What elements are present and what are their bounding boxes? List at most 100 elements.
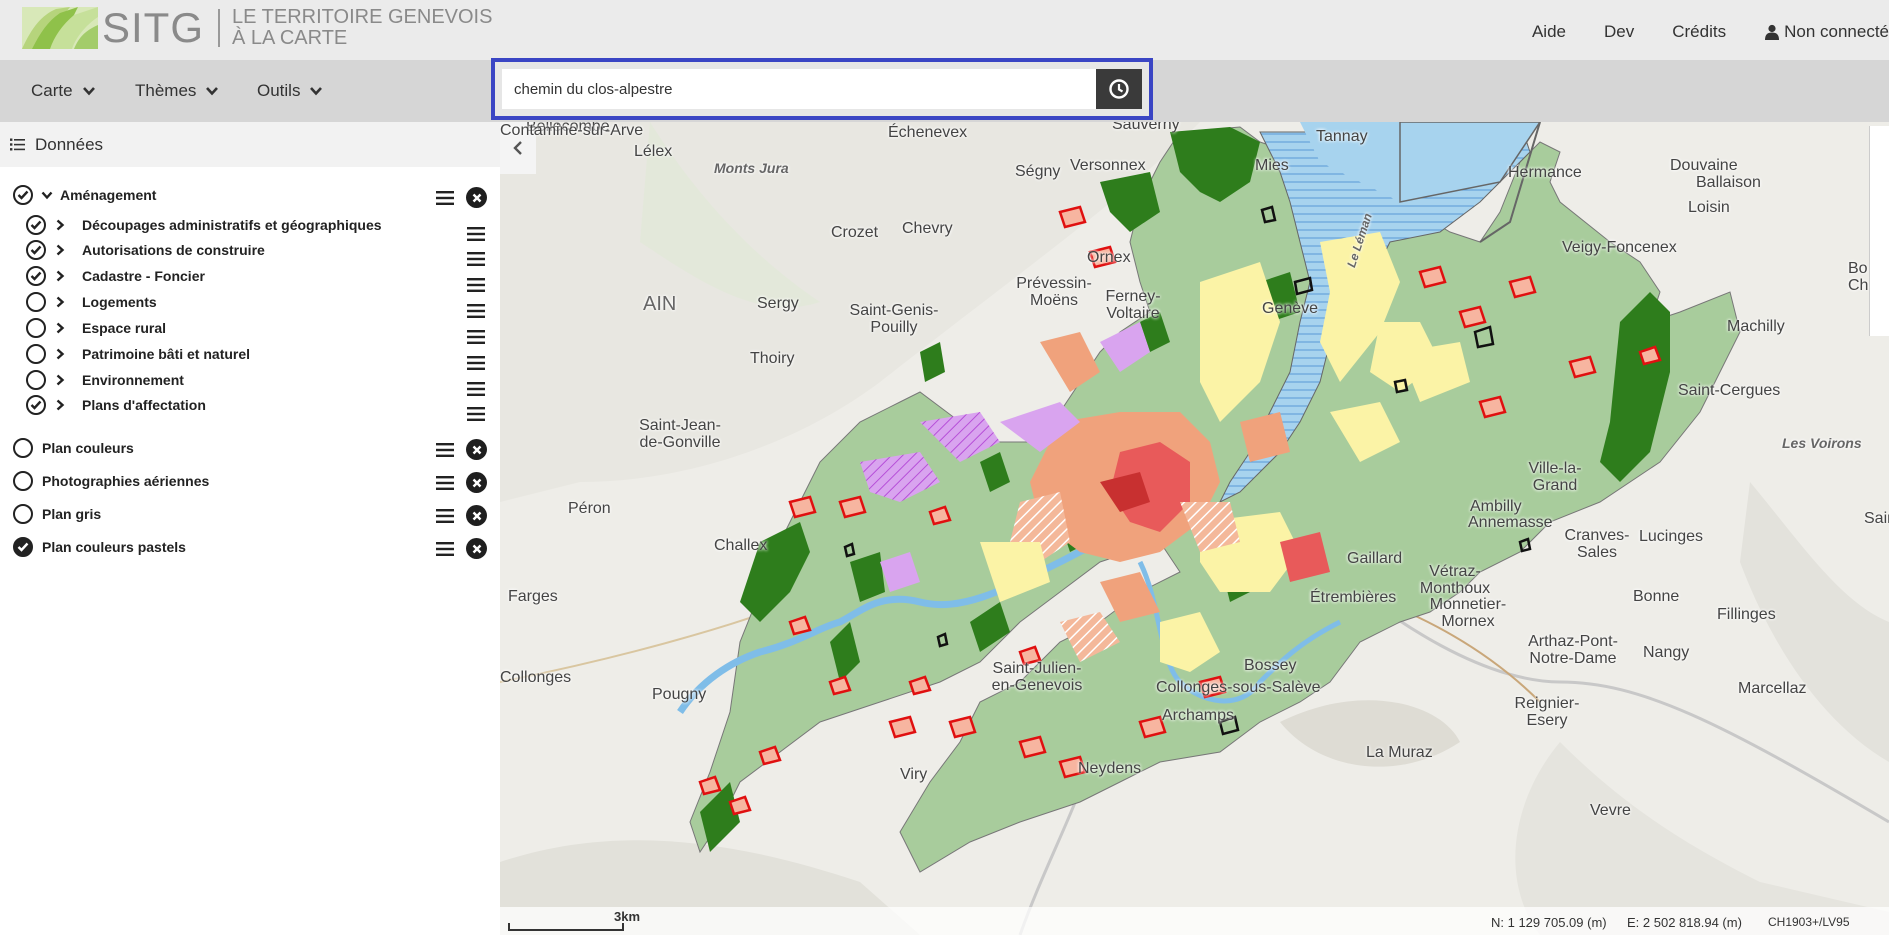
menu-icon[interactable] (467, 407, 485, 421)
place-label: Cranves-Sales (1564, 527, 1630, 561)
menu-icon[interactable] (436, 509, 454, 523)
remove-layer-button[interactable] (466, 505, 487, 526)
menu-icon[interactable] (467, 330, 485, 344)
sublayer-label: Plans d'affectation (82, 397, 206, 413)
menu-themes-label: Thèmes (135, 81, 197, 100)
layer-checkbox[interactable] (26, 292, 46, 312)
place-label: Saint-Genis-Pouilly (849, 302, 939, 336)
place-label: Machilly (1727, 318, 1785, 335)
nav-aide-link[interactable]: Aide (1532, 22, 1566, 42)
chevron-right-icon[interactable] (54, 244, 66, 256)
nav-credits-link[interactable]: Crédits (1672, 22, 1726, 42)
sublayer-row: Cadastre - Foncier (26, 266, 205, 286)
check-icon (17, 542, 29, 552)
layer-checkbox[interactable] (26, 395, 46, 415)
menu-outils-label: Outils (257, 81, 301, 100)
layer-checkbox[interactable] (13, 537, 33, 557)
chevron-right-icon[interactable] (54, 348, 66, 360)
place-label: Sauverny (1112, 122, 1180, 133)
layer-checkbox[interactable] (13, 185, 33, 205)
coord-east: E: 2 502 818.94 (m) (1627, 915, 1742, 930)
user-icon (1765, 24, 1780, 40)
top-nav: Aide Dev Crédits Non connecté (1494, 22, 1889, 42)
chevron-right-icon[interactable] (54, 322, 66, 334)
place-label: Saint-Jean-de-Gonville (639, 417, 721, 451)
place-label: Versonnex (1070, 157, 1146, 174)
place-label: Prévessin-Moëns (1016, 275, 1092, 309)
remove-layer-button[interactable] (466, 187, 487, 208)
place-label: Lucinges (1639, 528, 1704, 545)
sublayer-label: Autorisations de construire (82, 242, 265, 258)
sublayer-label: Espace rural (82, 320, 167, 336)
place-label: Monts Jura (714, 160, 789, 176)
remove-layer-button[interactable] (466, 538, 487, 559)
chevron-right-icon[interactable] (54, 296, 66, 308)
remove-layer-button[interactable] (466, 472, 487, 493)
place-label: Annemasse (1468, 514, 1553, 531)
menu-icon[interactable] (467, 252, 485, 266)
remove-layer-button[interactable] (466, 439, 487, 460)
layer-group-label: Plan couleurs (42, 440, 134, 456)
search-history-button[interactable] (1096, 69, 1142, 109)
layers-panel-title: Données (35, 134, 104, 154)
layer-checkbox[interactable] (26, 318, 46, 338)
menu-icon[interactable] (467, 227, 485, 241)
place-label: Sergy (757, 295, 799, 312)
menu-icon[interactable] (467, 278, 485, 292)
place-label: Ambilly (1470, 498, 1522, 515)
layer-checkbox[interactable] (26, 344, 46, 364)
layer-group-amenagement: Aménagement (13, 185, 156, 205)
close-icon (472, 193, 481, 202)
place-label: Tannay (1316, 128, 1368, 145)
layer-checkbox[interactable] (13, 438, 33, 458)
place-label: Challex (714, 537, 768, 554)
chevron-right-icon[interactable] (54, 219, 66, 231)
place-label: Collonges-sous-Salève (1156, 679, 1321, 696)
place-label: Bo (1848, 260, 1868, 277)
menu-carte[interactable]: Carte (31, 60, 96, 122)
menu-carte-label: Carte (31, 81, 73, 100)
chevron-right-icon[interactable] (54, 270, 66, 282)
map-canvas[interactable]: Bellecombe Lélex Échenevex Sauverny Tann… (500, 122, 1889, 935)
place-label: Bossey (1244, 657, 1297, 674)
menu-icon[interactable] (436, 191, 454, 205)
map-footer: 3km N: 1 129 705.09 (m) E: 2 502 818.94 … (500, 907, 1889, 935)
menu-icon[interactable] (467, 356, 485, 370)
place-label: Archamps (1162, 707, 1235, 724)
close-icon (472, 544, 481, 553)
menu-icon[interactable] (436, 443, 454, 457)
menu-themes[interactable]: Thèmes (135, 60, 219, 122)
menu-icon[interactable] (436, 542, 454, 556)
place-label: Nangy (1643, 644, 1690, 661)
close-icon (472, 511, 481, 520)
nav-dev-link[interactable]: Dev (1604, 22, 1634, 42)
search-input[interactable] (502, 69, 1096, 109)
layer-checkbox[interactable] (26, 266, 46, 286)
chevron-down-icon (206, 87, 219, 96)
layer-checkbox[interactable] (13, 471, 33, 491)
place-label: Étrembières (1310, 589, 1397, 606)
place-label: Contamine-sur-Arve (500, 122, 644, 139)
menu-icon[interactable] (436, 476, 454, 490)
layer-checkbox[interactable] (26, 370, 46, 390)
map-tools-strip[interactable] (1869, 126, 1889, 336)
chevron-right-icon[interactable] (54, 399, 66, 411)
place-label: Vevre (1590, 802, 1631, 819)
place-label: Thoiry (750, 350, 795, 367)
app-header: SITG LE TERRITOIRE GENEVOIS À LA CARTE A… (0, 0, 1889, 60)
chevron-right-icon[interactable] (54, 374, 66, 386)
place-label: Fillinges (1717, 606, 1776, 623)
layer-checkbox[interactable] (26, 215, 46, 235)
menu-icon[interactable] (467, 382, 485, 396)
layer-checkbox[interactable] (13, 504, 33, 524)
layer-group-plan-couleurs-pastels: Plan couleurs pastels (13, 537, 186, 557)
sublayer-label: Environnement (82, 372, 184, 388)
check-icon (30, 271, 42, 281)
chevron-down-icon[interactable] (41, 189, 53, 201)
user-login-menu[interactable]: Non connecté (1764, 22, 1889, 42)
place-label: Crozet (831, 224, 879, 241)
layer-checkbox[interactable] (26, 240, 46, 260)
sitg-logo[interactable]: SITG LE TERRITOIRE GENEVOIS À LA CARTE (22, 6, 492, 50)
menu-icon[interactable] (467, 304, 485, 318)
menu-outils[interactable]: Outils (257, 60, 323, 122)
